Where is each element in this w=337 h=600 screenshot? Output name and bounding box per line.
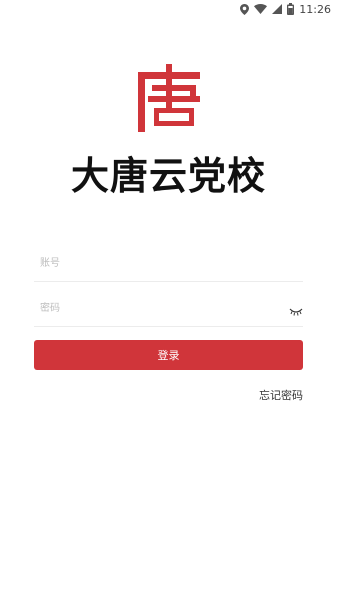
- wifi-icon: [254, 4, 268, 14]
- account-input[interactable]: [34, 246, 303, 281]
- forgot-password-link[interactable]: 忘记密码: [259, 387, 303, 403]
- login-screen: 11:26 大唐云党校 账号 登录 忘记密码: [0, 0, 337, 600]
- login-button[interactable]: 登录: [34, 340, 303, 370]
- eye-closed-icon[interactable]: [289, 303, 303, 316]
- location-icon: [240, 3, 250, 15]
- status-bar: 11:26: [0, 0, 337, 18]
- password-input[interactable]: [34, 291, 303, 326]
- app-logo: [134, 64, 204, 132]
- battery-icon: [287, 3, 295, 15]
- status-time: 11:26: [299, 2, 331, 16]
- account-field-row: [34, 246, 303, 282]
- signal-icon: [272, 4, 283, 14]
- app-title: 大唐云党校: [70, 154, 266, 198]
- password-field-row: [34, 291, 303, 327]
